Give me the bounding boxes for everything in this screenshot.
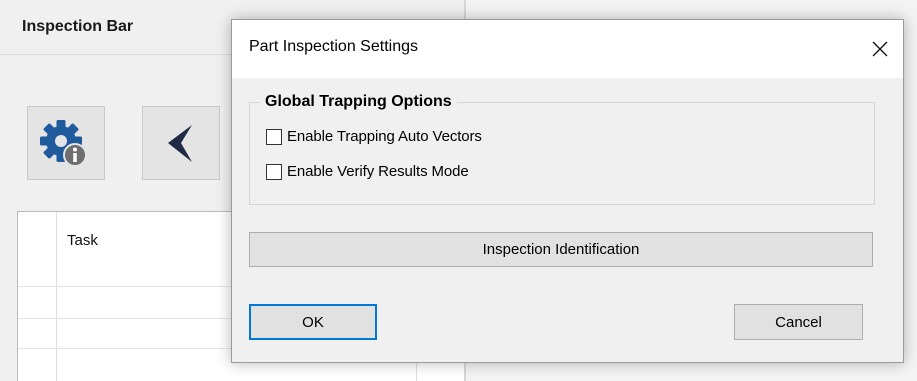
settings-info-button[interactable] [27, 106, 105, 180]
ok-button[interactable]: OK [249, 304, 377, 340]
panel-title: Inspection Bar [22, 18, 134, 35]
pointer-tool-button[interactable] [142, 106, 220, 180]
checkbox-label: Enable Trapping Auto Vectors [287, 128, 482, 145]
verify-results-mode-checkbox[interactable] [266, 163, 282, 180]
gear-info-icon [40, 120, 87, 167]
enable-trapping-auto-vectors-option[interactable]: Enable Trapping Auto Vectors [266, 128, 482, 145]
global-trapping-options-group: Global Trapping Options [249, 93, 875, 205]
column-header-task[interactable]: Task [67, 232, 98, 249]
dialog-titlebar[interactable]: Part Inspection Settings [232, 20, 903, 78]
enable-verify-results-mode-option[interactable]: Enable Verify Results Mode [266, 163, 469, 180]
dialog-title: Part Inspection Settings [249, 38, 418, 55]
arrow-pointer-icon [168, 125, 192, 162]
inspection-identification-button[interactable]: Inspection Identification [249, 232, 873, 267]
part-inspection-settings-dialog: Part Inspection Settings Global Trapping… [231, 19, 904, 363]
close-icon [872, 41, 888, 57]
group-legend: Global Trapping Options [260, 93, 457, 111]
cancel-button[interactable]: Cancel [734, 304, 863, 340]
close-button[interactable] [857, 20, 903, 78]
checkbox-label: Enable Verify Results Mode [287, 163, 469, 180]
trapping-auto-vectors-checkbox[interactable] [266, 128, 282, 145]
